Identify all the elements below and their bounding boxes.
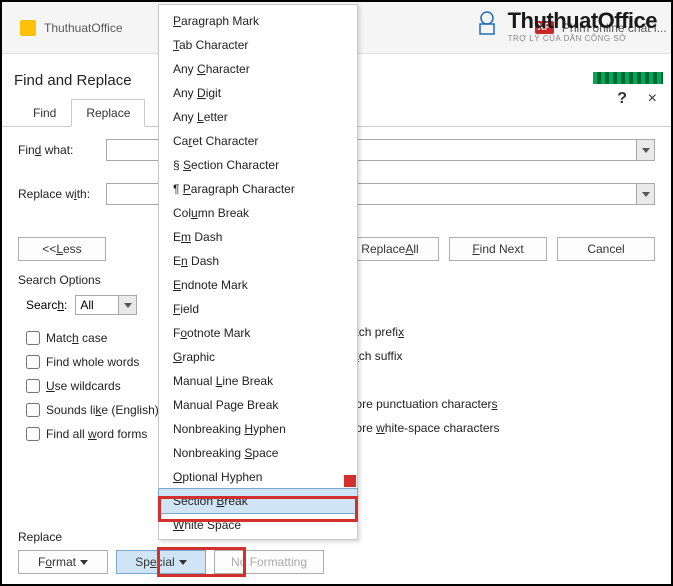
search-direction-value: All <box>80 298 93 312</box>
options-col-left: Search: All Match case Find whole words … <box>26 295 159 441</box>
close-button[interactable]: × <box>648 90 657 108</box>
menu-item-tab-character[interactable]: Tab Character <box>159 33 357 57</box>
watermark: ThuthuatOffice TRỢ LÝ CỦA DÂN CÔNG SỞ <box>508 8 657 43</box>
decorative-strip <box>593 72 663 84</box>
menu-item-endnote-mark[interactable]: Endnote Mark <box>159 273 357 297</box>
menu-item-paragraph-mark[interactable]: Paragraph Mark <box>159 9 357 33</box>
no-formatting-button: No Formatting <box>214 550 324 574</box>
menu-item--paragraph-character[interactable]: ¶ Paragraph Character <box>159 177 357 201</box>
find-next-button[interactable]: Find Next <box>449 237 547 261</box>
find-what-label: Find what: <box>18 143 98 157</box>
watermark-subtitle: TRỢ LÝ CỦA DÂN CÔNG SỞ <box>508 34 657 43</box>
special-button[interactable]: Special <box>116 550 206 574</box>
menu-item-white-space[interactable]: White Space <box>159 513 357 537</box>
mascot-icon <box>472 8 502 38</box>
menu-item-any-character[interactable]: Any Character <box>159 57 357 81</box>
search-direction-label: Search: <box>26 298 67 312</box>
match-case-checkbox[interactable]: Match case <box>26 331 159 345</box>
checkbox-input[interactable] <box>26 355 40 369</box>
wildcards-checkbox[interactable]: Use wildcards <box>26 379 159 393</box>
format-button[interactable]: Format <box>18 550 108 574</box>
tab-find[interactable]: Find <box>18 99 71 126</box>
menu-item-nonbreaking-space[interactable]: Nonbreaking Space <box>159 441 357 465</box>
search-direction-select[interactable]: All <box>75 295 137 315</box>
special-menu[interactable]: Paragraph MarkTab CharacterAny Character… <box>158 4 358 540</box>
checkbox-input[interactable] <box>26 403 40 417</box>
menu-item-caret-character[interactable]: Caret Character <box>159 129 357 153</box>
menu-item-graphic[interactable]: Graphic <box>159 345 357 369</box>
menu-item-section-break[interactable]: Section Break <box>159 489 357 513</box>
watermark-title: ThuthuatOffice <box>508 8 657 34</box>
less-button[interactable]: << Less <box>18 237 106 261</box>
cancel-button[interactable]: Cancel <box>557 237 655 261</box>
menu-item-manual-line-break[interactable]: Manual Line Break <box>159 369 357 393</box>
menu-item-footnote-mark[interactable]: Footnote Mark <box>159 321 357 345</box>
chevron-down-icon[interactable] <box>118 296 136 314</box>
menu-item-optional-hyphen[interactable]: Optional Hyphen <box>159 465 357 489</box>
menu-item--section-character[interactable]: § Section Character <box>159 153 357 177</box>
help-button[interactable]: ? <box>617 90 627 108</box>
menu-item-field[interactable]: Field <box>159 297 357 321</box>
sounds-like-checkbox[interactable]: Sounds like (English) <box>26 403 159 417</box>
menu-item-en-dash[interactable]: En Dash <box>159 249 357 273</box>
tab-replace[interactable]: Replace <box>71 99 145 127</box>
word-forms-checkbox[interactable]: Find all word forms <box>26 427 159 441</box>
tab-find-label: Find <box>33 106 56 120</box>
menu-item-column-break[interactable]: Column Break <box>159 201 357 225</box>
chevron-down-icon[interactable] <box>636 184 654 204</box>
whole-words-checkbox[interactable]: Find whole words <box>26 355 159 369</box>
menu-item-any-digit[interactable]: Any Digit <box>159 81 357 105</box>
menu-item-em-dash[interactable]: Em Dash <box>159 225 357 249</box>
checkbox-input[interactable] <box>26 331 40 345</box>
replace-with-label: Replace with: <box>18 187 98 201</box>
caret-down-icon <box>80 560 88 565</box>
folder-icon <box>20 20 36 36</box>
chevron-down-icon[interactable] <box>636 140 654 160</box>
caret-down-icon <box>179 560 187 565</box>
menu-item-manual-page-break[interactable]: Manual Page Break <box>159 393 357 417</box>
checkbox-input[interactable] <box>26 427 40 441</box>
menu-item-any-letter[interactable]: Any Letter <box>159 105 357 129</box>
checkbox-input[interactable] <box>26 379 40 393</box>
annotation-marker <box>344 475 356 487</box>
tab-replace-label: Replace <box>86 106 130 120</box>
menu-item-nonbreaking-hyphen[interactable]: Nonbreaking Hyphen <box>159 417 357 441</box>
browser-tab-1[interactable]: ThuthuatOffice <box>44 21 123 35</box>
